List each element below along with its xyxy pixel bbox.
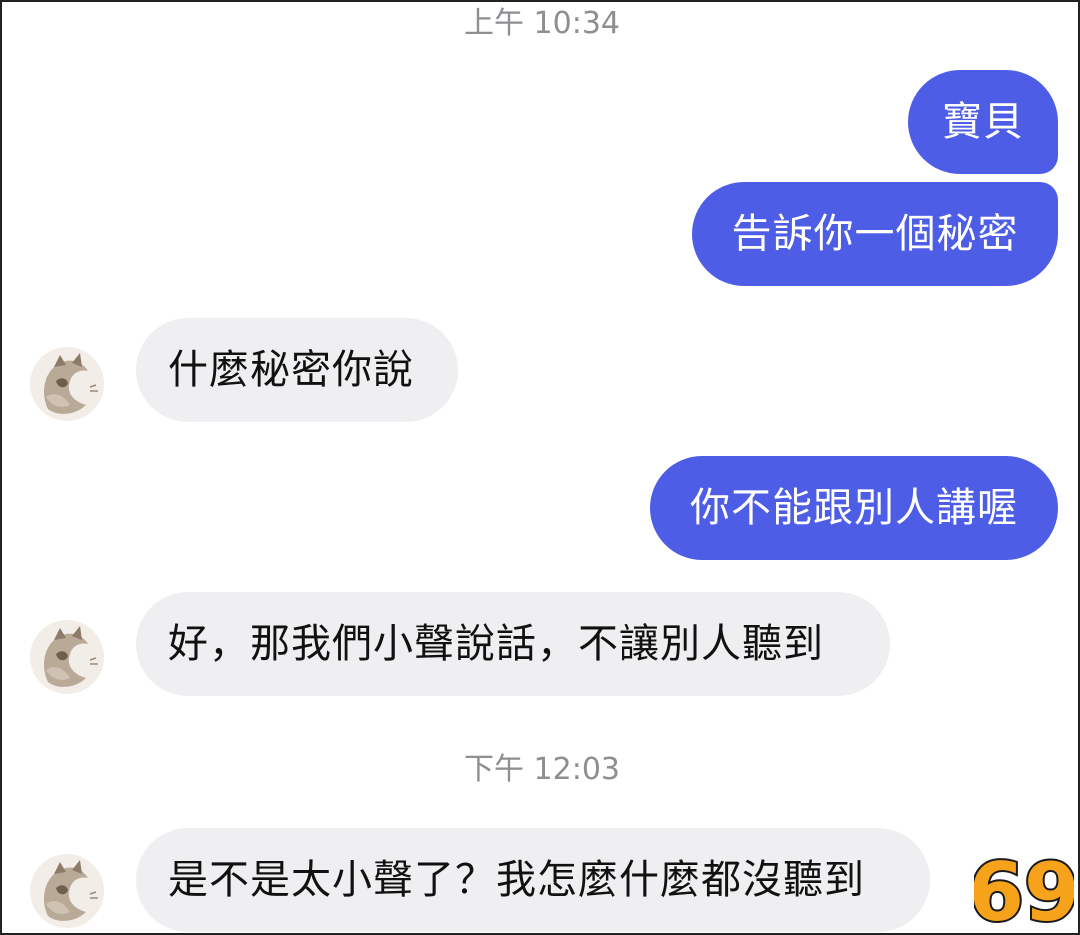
message-bubble-incoming[interactable]: 什麼秘密你說 (136, 318, 458, 422)
contact-avatar[interactable] (30, 854, 104, 928)
message-bubble-outgoing[interactable]: 你不能跟別人講喔 (650, 456, 1058, 560)
timestamp: 上午 10:34 (464, 6, 620, 41)
number-badge: 69 (974, 844, 1074, 932)
cat-avatar-icon (30, 620, 104, 694)
message-bubble-outgoing[interactable]: 寶貝 (908, 70, 1058, 174)
message-text: 什麼秘密你說 (168, 347, 414, 393)
cat-avatar-icon (30, 347, 104, 421)
message-bubble-incoming[interactable]: 是不是太小聲了？我怎麼什麼都沒聽到 (136, 828, 930, 932)
contact-avatar[interactable] (30, 347, 104, 421)
message-bubble-incoming[interactable]: 好，那我們小聲說話，不讓別人聽到 (136, 592, 890, 696)
message-text: 寶貝 (942, 99, 1024, 145)
badge-text: 69 (974, 846, 1074, 932)
chat-view: 上午 10:34 寶貝 告訴你一個秘密 什麼秘密你說 你不能跟別人講喔 好，那我… (0, 0, 1080, 935)
message-text: 你不能跟別人講喔 (690, 485, 1018, 531)
message-text: 好，那我們小聲說話，不讓別人聽到 (168, 621, 824, 667)
message-bubble-outgoing[interactable]: 告訴你一個秘密 (692, 182, 1058, 286)
message-text: 是不是太小聲了？我怎麼什麼都沒聽到 (168, 857, 865, 903)
contact-avatar[interactable] (30, 620, 104, 694)
cat-avatar-icon (30, 854, 104, 928)
timestamp: 下午 12:03 (464, 752, 620, 787)
message-text: 告訴你一個秘密 (731, 211, 1019, 257)
